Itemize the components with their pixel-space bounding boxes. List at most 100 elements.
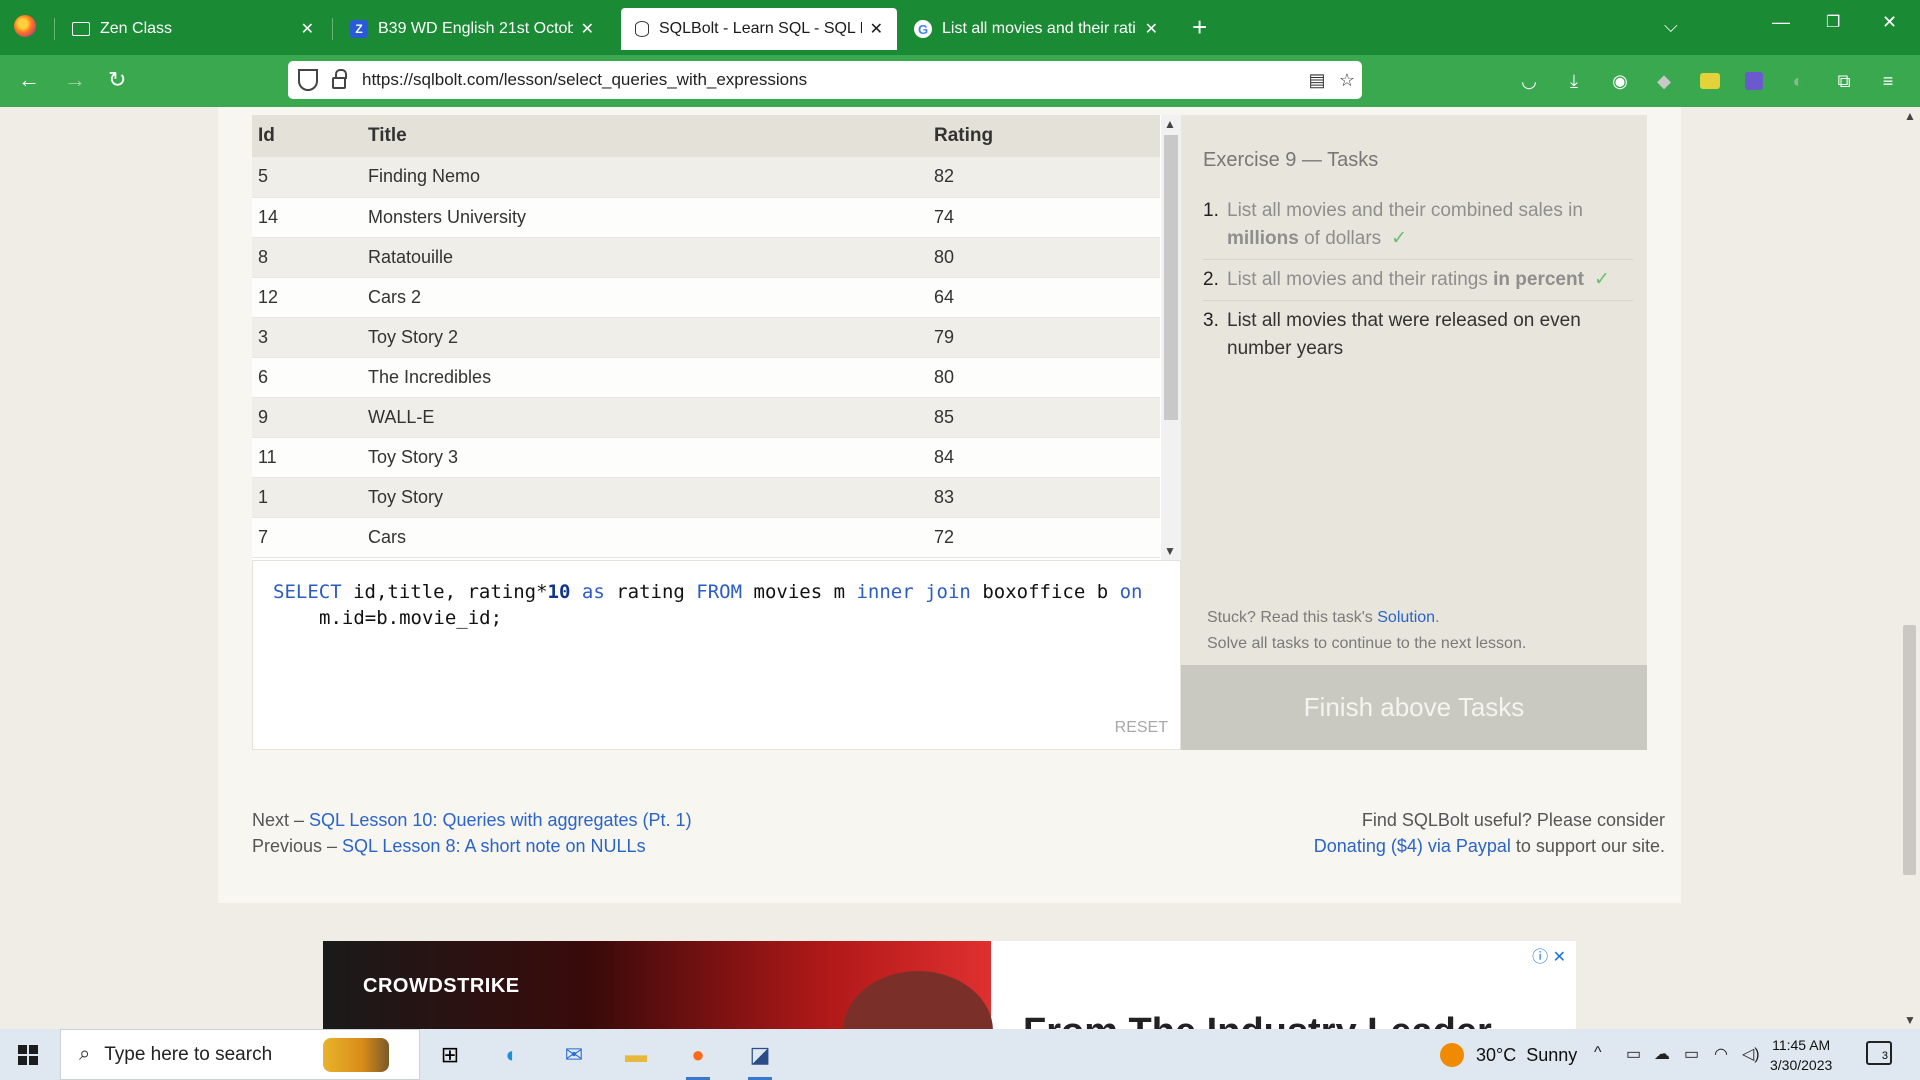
donate-text-end: to support our site. <box>1510 836 1665 856</box>
scroll-down-arrow-icon[interactable]: ▼ <box>1904 1013 1916 1027</box>
page-scrollbar-thumb[interactable] <box>1903 625 1916 875</box>
task-number: 1. <box>1203 200 1219 221</box>
meet-now-icon[interactable]: ▭ <box>1626 1044 1641 1064</box>
stuck-period: . <box>1435 609 1440 626</box>
account-icon[interactable]: ◉ <box>1608 69 1632 93</box>
cell-id: 8 <box>252 237 362 278</box>
ad-image[interactable]: CROWDSTRIKE <box>323 941 993 1029</box>
close-icon[interactable]: ✕ <box>301 19 314 39</box>
google-icon: G <box>914 20 932 38</box>
tab-title: B39 WD English 21st October 2( <box>378 20 573 37</box>
onedrive-cloud-icon[interactable]: ☁ <box>1654 1044 1670 1064</box>
firefox-menu-icon[interactable] <box>14 15 36 37</box>
edge-icon[interactable]: ◐ <box>492 1035 532 1075</box>
sql-query-text[interactable]: SELECT id,title, rating*10 as rating FRO… <box>273 579 1173 631</box>
cell-title: Cars 2 <box>362 277 928 318</box>
back-arrow-icon[interactable]: ← <box>18 67 40 93</box>
tab-google-search[interactable]: G List all movies and their ratings ✕ <box>900 8 1172 50</box>
scroll-down-arrow-icon[interactable]: ▼ <box>1164 544 1176 558</box>
close-icon[interactable]: ✕ <box>870 19 883 39</box>
new-tab-button[interactable]: + <box>1192 12 1207 43</box>
wifi-icon[interactable]: ◠ <box>1714 1044 1728 1064</box>
extension-shield-icon[interactable]: ◆ <box>1652 69 1676 93</box>
file-explorer-icon[interactable]: ▬ <box>616 1035 656 1075</box>
mail-icon[interactable]: ✉ <box>554 1035 594 1075</box>
donate-paypal-link[interactable]: Donating ($4) via Paypal <box>1314 836 1511 856</box>
task-text-part: List all movies and their combined sales… <box>1227 200 1583 221</box>
scroll-up-arrow-icon[interactable]: ▲ <box>1904 109 1916 123</box>
ad-headline[interactable]: From The Industry Leader <box>1023 1011 1492 1029</box>
cell-id: 3 <box>252 317 362 358</box>
windows-start-icon[interactable] <box>18 1045 38 1065</box>
z-icon: Z <box>350 20 368 38</box>
hamburger-menu-icon[interactable]: ≡ <box>1876 69 1900 93</box>
firefox-taskbar-icon[interactable]: ● <box>678 1035 718 1080</box>
task-item: 1. List all movies and their combined sa… <box>1203 191 1633 260</box>
scroll-up-arrow-icon[interactable]: ▲ <box>1164 117 1176 131</box>
solution-link[interactable]: Solution <box>1377 609 1435 626</box>
restore-icon[interactable]: ❐ <box>1826 12 1840 32</box>
cell-id: 7 <box>252 517 362 558</box>
url-text[interactable]: https://sqlbolt.com/lesson/select_querie… <box>362 70 1302 90</box>
tab-b39-wd-english[interactable]: Z B39 WD English 21st October 2( ✕ <box>336 8 608 50</box>
previous-lesson-link[interactable]: SQL Lesson 8: A short note on NULLs <box>342 836 646 856</box>
battery-icon[interactable]: ▭ <box>1684 1044 1699 1064</box>
lock-icon[interactable] <box>332 69 347 89</box>
advertisement-banner[interactable]: CROWDSTRIKE From The Industry Leader ⓘ ✕ <box>323 941 1576 1029</box>
database-app-icon[interactable]: ◪ <box>740 1035 780 1080</box>
task-number: 3. <box>1203 310 1219 331</box>
task-text-bold: millions <box>1227 228 1299 249</box>
reset-button[interactable]: RESET <box>1115 719 1168 737</box>
ad-photo <box>843 971 993 1029</box>
bookmark-star-icon[interactable]: ☆ <box>1332 70 1362 91</box>
show-hidden-icons-chevron-icon[interactable]: ^ <box>1594 1044 1602 1062</box>
results-body: 5 Finding Nemo 82 14 Monsters University 74 8 R… <box>252 157 1160 558</box>
close-icon[interactable]: ✕ <box>1145 19 1158 39</box>
minimize-icon[interactable]: — <box>1772 12 1790 33</box>
extension-gray-icon[interactable]: ◐ <box>1786 69 1810 93</box>
ad-info-close-icon[interactable]: ⓘ ✕ <box>1532 943 1566 967</box>
tab-sqlbolt[interactable]: SQLBolt - Learn SQL - SQL Lesso ✕ <box>621 8 897 50</box>
scrollbar-thumb[interactable] <box>1164 135 1178 420</box>
extension-purple-icon[interactable] <box>1742 69 1766 93</box>
downloads-icon[interactable]: ⤓ <box>1562 69 1586 93</box>
stuck-label: Stuck? Read this task's <box>1207 609 1378 626</box>
page-scrollbar[interactable]: ▲ ▼ <box>1899 107 1920 1029</box>
finish-tasks-button[interactable]: Finish above Tasks <box>1181 665 1647 750</box>
reader-view-icon[interactable]: ▤ <box>1302 70 1332 91</box>
donate-note: Find SQLBolt useful? Please consider Don… <box>1314 807 1665 859</box>
sql-editor[interactable]: SELECT id,title, rating*10 as rating FRO… <box>252 560 1181 750</box>
results-scrollbar[interactable]: ▲ ▼ <box>1161 115 1181 560</box>
volume-icon[interactable]: ◁) <box>1742 1044 1760 1064</box>
clock-date: 3/30/2023 <box>1770 1057 1833 1073</box>
table-row: 8 Ratatouille 80 <box>252 237 1160 278</box>
reload-icon[interactable]: ↻ <box>108 67 126 93</box>
sql-token: m.id=b.movie_id; <box>319 607 503 629</box>
close-window-icon[interactable]: ✕ <box>1882 12 1897 33</box>
sql-token: id,title, rating* <box>341 581 548 603</box>
taskbar-search-box[interactable]: ⌕ Type here to search <box>60 1029 420 1080</box>
pocket-icon[interactable]: ◡ <box>1517 69 1541 93</box>
cell-title: Monsters University <box>362 197 928 238</box>
close-icon[interactable]: ✕ <box>581 19 594 39</box>
forward-arrow-icon[interactable]: → <box>64 67 86 93</box>
notification-center-icon[interactable]: 3 <box>1866 1041 1892 1065</box>
table-row: 9 WALL-E 85 <box>252 397 1160 438</box>
tab-zen-class[interactable]: Zen Class ✕ <box>58 8 328 50</box>
list-all-tabs-icon[interactable]: ⌵ <box>1664 16 1678 37</box>
extensions-puzzle-icon[interactable]: ⧉ <box>1832 69 1856 93</box>
tab-title: Zen Class <box>100 20 173 37</box>
weather-widget[interactable]: 30°C Sunny <box>1440 1043 1577 1067</box>
task-view-icon[interactable]: ⊞ <box>430 1035 470 1075</box>
system-clock[interactable]: 11:45 AM 3/30/2023 <box>1770 1035 1832 1075</box>
zen-icon <box>72 22 90 36</box>
donate-text: Find SQLBolt useful? Please consider <box>1361 810 1665 830</box>
cell-id: 5 <box>252 157 362 198</box>
tracking-protection-shield-icon[interactable] <box>298 69 318 91</box>
extension-yellow-icon[interactable] <box>1698 69 1722 93</box>
cell-title: Toy Story 3 <box>362 437 928 478</box>
next-lesson-link[interactable]: SQL Lesson 10: Queries with aggregates (… <box>309 810 692 830</box>
task-list: 1. List all movies and their combined sa… <box>1203 191 1633 369</box>
address-bar[interactable]: https://sqlbolt.com/lesson/select_querie… <box>288 61 1362 99</box>
task-text-bold: in percent <box>1493 269 1584 290</box>
